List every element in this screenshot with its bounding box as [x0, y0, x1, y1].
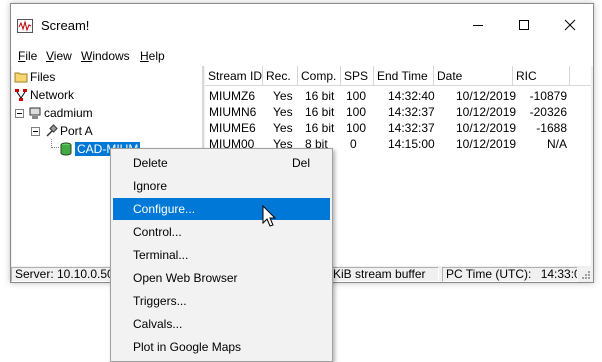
cell-rec: Yes: [273, 121, 293, 135]
maximize-button[interactable]: [501, 4, 547, 46]
menu-item-calvals[interactable]: Calvals...: [113, 313, 330, 335]
menu-windows[interactable]: Windows: [81, 49, 130, 63]
scream-app-icon: [17, 19, 33, 33]
cell-date: 10/12/2019: [456, 137, 517, 151]
column-header-date[interactable]: Date: [434, 66, 513, 86]
port-plug-icon: [46, 124, 58, 137]
cell-date: 10/12/2019: [456, 105, 517, 119]
collapse-toggle[interactable]: [15, 108, 24, 118]
column-header-filler: [570, 66, 591, 86]
tree-item-network[interactable]: Network: [14, 87, 74, 103]
cell-comp: 16 bit: [305, 89, 335, 103]
status-buffer: KiB stream buffer: [329, 267, 439, 282]
cell-date: 10/12/2019: [456, 89, 517, 103]
tree-label-files: Files: [30, 70, 56, 84]
menu-item-terminal[interactable]: Terminal...: [113, 244, 330, 266]
tree-label-port-a: Port A: [60, 124, 93, 138]
cell-rec: Yes: [273, 105, 293, 119]
menu-item-open-web-browser[interactable]: Open Web Browser: [113, 267, 330, 289]
menu-item-plot-in-google-maps[interactable]: Plot in Google Maps: [113, 336, 330, 358]
tree-label-network: Network: [30, 88, 75, 102]
cell-ric: -10879: [529, 89, 567, 103]
menu-help[interactable]: Help: [140, 49, 165, 63]
mouse-cursor-icon: [262, 205, 277, 227]
column-header-rec[interactable]: Rec.: [263, 66, 298, 86]
column-header-stream-id[interactable]: Stream ID: [205, 66, 263, 86]
tree-item-files[interactable]: Files: [14, 69, 55, 85]
computer-icon: [29, 107, 41, 119]
context-menu: Delete Del Ignore Configure... Control..…: [110, 148, 333, 362]
minimize-button[interactable]: [455, 4, 501, 46]
cell-stream-id: MIUME6: [209, 121, 256, 135]
shortcut-del: Del: [291, 156, 310, 170]
cell-end-time: 14:32:40: [388, 89, 435, 103]
cell-ric: N/A: [546, 137, 567, 151]
cell-comp: 16 bit: [305, 121, 335, 135]
status-server: Server: 10.10.0.50:1: [11, 267, 111, 282]
cell-ric: -20326: [529, 105, 567, 119]
network-icon: [15, 89, 27, 101]
menu-item-delete[interactable]: Delete Del: [113, 152, 330, 174]
title-bar[interactable]: Scream!: [11, 4, 593, 46]
maximize-icon: [519, 20, 529, 30]
cell-rec: Yes: [273, 89, 293, 103]
tree-connector: [51, 147, 59, 149]
minimize-icon: [473, 25, 483, 26]
tree-item-port-a[interactable]: Port A: [31, 123, 93, 139]
cell-stream-id: MIUMN6: [209, 105, 257, 119]
cell-end-time: 14:32:37: [388, 121, 435, 135]
folder-icon: [14, 72, 28, 83]
menu-item-configure[interactable]: Configure...: [113, 198, 330, 220]
device-cylinder-icon: [60, 142, 72, 156]
close-icon: [564, 19, 576, 31]
tree-label-cadmium: cadmium: [44, 106, 93, 120]
column-header-ric[interactable]: RIC: [513, 66, 570, 86]
tree-item-cadmium[interactable]: cadmium: [15, 105, 93, 121]
menu-item-control[interactable]: Control...: [113, 221, 330, 243]
cell-sps: 0: [350, 137, 357, 151]
cell-ric: -1688: [536, 121, 567, 135]
status-pc-time: PC Time (UTC): 14:33:08: [442, 267, 578, 282]
window-title: Scream!: [41, 18, 90, 33]
cell-sps: 100: [346, 89, 367, 103]
cell-stream-id: MIUMZ6: [209, 89, 255, 103]
column-header-sps[interactable]: SPS: [341, 66, 374, 86]
close-button[interactable]: [547, 4, 593, 46]
menu-item-triggers[interactable]: Triggers...: [113, 290, 330, 312]
menu-view[interactable]: View: [46, 49, 72, 63]
cell-date: 10/12/2019: [456, 121, 517, 135]
cell-sps: 100: [346, 105, 367, 119]
pc-time-value: 14:33:08: [540, 267, 577, 281]
menu-item-ignore[interactable]: Ignore: [113, 175, 330, 197]
cell-end-time: 14:15:00: [388, 137, 435, 151]
column-header-comp[interactable]: Comp.: [298, 66, 341, 86]
cell-comp: 16 bit: [305, 105, 335, 119]
pc-time-label: PC Time (UTC):: [446, 267, 532, 281]
column-header-end-time[interactable]: End Time: [374, 66, 434, 86]
resize-grip-icon[interactable]: [579, 268, 591, 280]
menu-file[interactable]: File: [18, 49, 37, 63]
cell-end-time: 14:32:37: [388, 105, 435, 119]
cell-sps: 100: [346, 121, 367, 135]
collapse-toggle[interactable]: [31, 126, 40, 136]
menu-bar: File View Windows Help: [11, 46, 593, 66]
